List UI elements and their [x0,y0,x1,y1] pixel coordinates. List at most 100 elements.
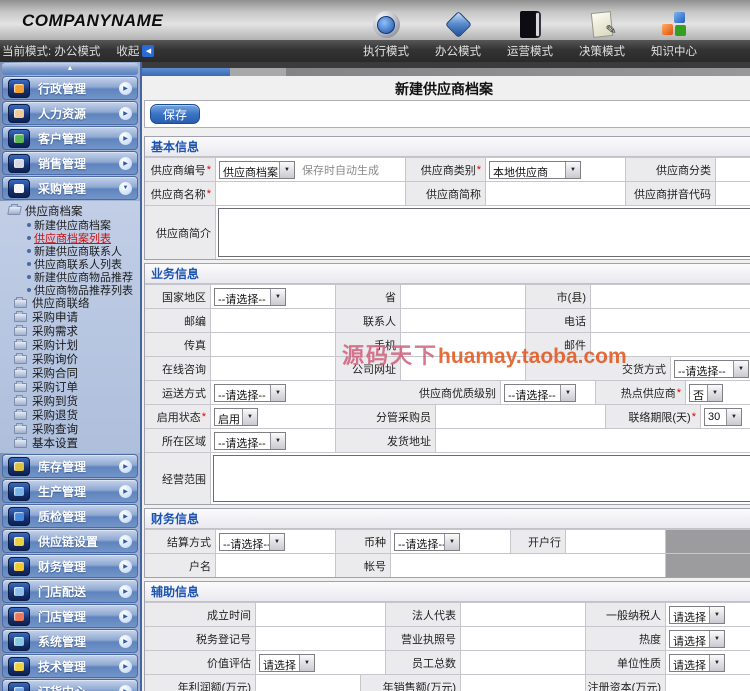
field-label: 在线咨询 [145,357,210,380]
dropdown-select[interactable]: 供应商档案▼ [219,161,295,179]
sidebar-menu-item[interactable]: 客户管理▶ [2,126,138,150]
dropdown-select[interactable]: 请选择▼ [669,606,725,624]
text-input[interactable] [486,182,625,205]
text-input[interactable] [461,651,585,674]
cubes-icon[interactable] [660,11,688,38]
black-book-icon[interactable] [520,11,541,38]
sidebar-menu-item[interactable]: 库存管理▶ [2,454,138,478]
text-input[interactable] [401,357,525,380]
section-title: 基本信息 [145,137,750,157]
text-input[interactable] [591,309,750,332]
text-input[interactable] [666,675,750,691]
text-input[interactable] [461,627,585,650]
mode-menu-item[interactable]: 决策模式 [566,43,638,59]
tab-strip [142,68,750,76]
dropdown-select[interactable]: --请选择--▼ [214,432,286,450]
sidebar-folder-item[interactable]: 采购到货 [0,394,140,408]
active-tab-indicator[interactable] [142,68,230,76]
dropdown-arrow-icon: ▼ [709,655,724,671]
text-input[interactable] [391,554,665,577]
text-input[interactable] [211,357,335,380]
text-input[interactable] [401,309,525,332]
sidebar-menu-item[interactable]: 系统管理▶ [2,629,138,653]
sidebar-folder-item[interactable]: 采购计划 [0,338,140,352]
dropdown-select[interactable]: --请选择--▼ [214,384,286,402]
clock-icon[interactable] [373,11,400,38]
sidebar-scroll-up-icon[interactable]: ▲ [2,63,138,75]
dropdown-arrow-icon: ▼ [270,289,285,305]
sidebar-menu-item[interactable]: 财务管理▶ [2,554,138,578]
input-cell [210,309,335,332]
input-cell [460,603,585,626]
text-input[interactable] [216,182,405,205]
dropdown-select[interactable]: --请选择--▼ [504,384,576,402]
text-input[interactable] [566,530,665,553]
dropdown-select[interactable]: 请选择▼ [669,630,725,648]
dropdown-arrow-icon: ▼ [270,433,285,449]
sidebar-menu-item[interactable]: 门店管理▶ [2,604,138,628]
text-input[interactable] [216,554,335,577]
mode-menu-item[interactable]: 办公模式 [422,43,494,59]
dropdown-select[interactable]: 30▼ [704,408,742,426]
textarea-input[interactable] [213,455,750,502]
sidebar-folder-item[interactable]: 供应商联络 [0,296,140,310]
dropdown-select[interactable]: 请选择▼ [669,654,725,672]
text-input[interactable] [461,675,585,691]
text-input[interactable] [256,675,360,691]
text-input[interactable] [716,158,750,181]
text-input[interactable] [256,603,385,626]
text-input[interactable] [591,285,750,308]
sidebar-menu-item[interactable]: 行政管理▶ [2,76,138,100]
save-button[interactable]: 保存 [150,104,200,124]
sidebar-menu-item[interactable]: 技术管理▶ [2,654,138,678]
text-input[interactable] [401,285,525,308]
sidebar-folder-item[interactable]: 采购查询 [0,422,140,436]
select-cell: 否▼ [685,381,750,404]
sidebar-menu-item[interactable]: 供应链设置▶ [2,529,138,553]
input-cell [390,554,665,577]
sidebar-folder-item[interactable]: 采购合同 [0,366,140,380]
sidebar-folder-item[interactable]: 采购询价 [0,352,140,366]
sidebar-menu-item[interactable]: 生产管理▶ [2,479,138,503]
sidebar-folder-item[interactable]: 采购退货 [0,408,140,422]
sidebar: ▲行政管理▶人力资源▶客户管理▶销售管理▶采购管理▼供应商档案新建供应商档案供应… [0,62,142,691]
dropdown-select[interactable]: --请选择--▼ [394,533,460,551]
input-cell [435,405,605,428]
mode-menu-item[interactable]: 执行模式 [350,43,422,59]
sidebar-menu-item[interactable]: 门店配送▶ [2,579,138,603]
text-input[interactable] [401,333,525,356]
sidebar-folder-item[interactable]: 基本设置 [0,436,140,450]
input-cell [215,182,405,205]
sidebar-folder-item[interactable]: 采购申请 [0,310,140,324]
mode-menu-item[interactable]: 运营模式 [494,43,566,59]
field-label: 员工总数 [385,651,460,674]
textarea-input[interactable] [218,208,750,257]
text-input[interactable] [436,405,605,428]
dropdown-select[interactable]: --请选择--▼ [214,288,286,306]
diamond-book-icon[interactable] [445,11,472,38]
dropdown-select[interactable]: 否▼ [689,384,723,402]
sidebar-menu-item[interactable]: 人力资源▶ [2,101,138,125]
text-input[interactable] [211,309,335,332]
sidebar-folder-item[interactable]: 采购订单 [0,380,140,394]
dropdown-select[interactable]: 启用▼ [214,408,258,426]
sidebar-menu-item[interactable]: 订货中心▶ [2,679,138,691]
inactive-tab-indicator[interactable] [230,68,286,76]
text-input[interactable] [256,627,385,650]
collapse-button[interactable]: 收起◀ [116,43,154,59]
notepad-pencil-icon[interactable] [591,11,614,38]
text-input[interactable] [461,603,585,626]
dropdown-select[interactable]: --请选择--▼ [219,533,285,551]
mode-menu-item[interactable]: 知识中心 [638,43,710,59]
text-input[interactable] [211,333,335,356]
text-input[interactable] [436,429,750,452]
text-input[interactable] [716,182,750,205]
sidebar-menu-item[interactable]: 质检管理▶ [2,504,138,528]
dropdown-select[interactable]: --请选择--▼ [674,360,749,378]
sidebar-folder-item[interactable]: 采购需求 [0,324,140,338]
sidebar-menu-item[interactable]: 采购管理▼ [2,176,138,200]
dropdown-select[interactable]: 请选择▼ [259,654,315,672]
dropdown-select[interactable]: 本地供应商▼ [489,161,581,179]
sidebar-menu-item[interactable]: 销售管理▶ [2,151,138,175]
text-input[interactable] [591,333,750,356]
